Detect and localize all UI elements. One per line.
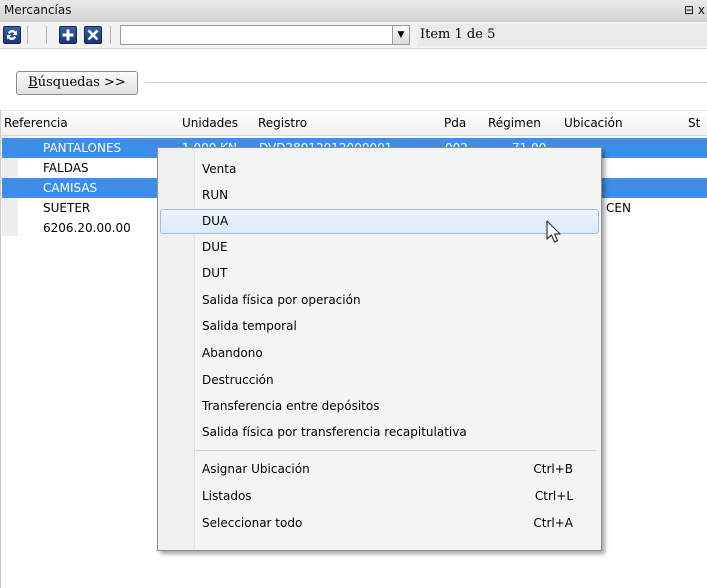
menu-item-label: DUE (202, 240, 228, 254)
refresh-icon[interactable] (3, 26, 21, 44)
toolbar-separator (110, 26, 111, 44)
menu-item-destruccion[interactable]: Destrucción (160, 368, 599, 393)
menu-item-label: Asignar Ubicación (202, 462, 310, 476)
cell-referencia: 6206.20.00.00 (43, 221, 131, 235)
toolbar: ▼ Item 1 de 5 (0, 22, 707, 49)
menu-item-asignar-ubicacion[interactable]: Asignar Ubicación Ctrl+B (160, 457, 599, 482)
divider (145, 82, 707, 83)
cell-ubicacion: CEN (606, 201, 631, 215)
column-header-regimen[interactable]: Régimen (488, 116, 541, 130)
menu-item-shortcut: Ctrl+B (533, 462, 573, 476)
window-titlebar: Mercancías ⊟ x (0, 0, 707, 23)
menu-item-listados[interactable]: Listados Ctrl+L (160, 484, 599, 509)
menu-item-salida-fisica-operacion[interactable]: Salida física por operación (160, 288, 599, 313)
column-header-registro[interactable]: Registro (258, 116, 307, 130)
column-header-ubicacion[interactable]: Ubicación (564, 116, 623, 130)
menu-separator (196, 450, 596, 451)
menu-item-label: Transferencia entre depósitos (202, 399, 380, 413)
menu-item-label: Seleccionar todo (202, 516, 303, 530)
menu-item-label: Salida física por operación (202, 293, 361, 307)
busquedas-button[interactable]: Búsquedas >> (16, 71, 138, 95)
column-header-referencia[interactable]: Referencia (4, 116, 68, 130)
toolbar-combo[interactable]: ▼ (120, 25, 410, 45)
menu-item-due[interactable]: DUE (160, 235, 599, 260)
cell-referencia: CAMISAS (43, 181, 98, 195)
menu-item-label: Salida física por transferencia recapitu… (202, 425, 467, 439)
cell-referencia: PANTALONES (43, 141, 122, 155)
menu-item-label: Listados (202, 489, 252, 503)
busquedas-label: Búsquedas >> (28, 75, 126, 90)
menu-item-label: DUT (202, 266, 228, 280)
menu-item-label: Venta (202, 162, 237, 176)
plus-icon[interactable] (59, 26, 77, 44)
chevron-down-icon[interactable]: ▼ (392, 26, 409, 44)
cell-referencia: SUETER (43, 201, 91, 215)
menu-item-seleccionar-todo[interactable]: Seleccionar todo Ctrl+A (160, 511, 599, 536)
menu-item-salida-temporal[interactable]: Salida temporal (160, 314, 599, 339)
menu-item-shortcut: Ctrl+L (534, 489, 573, 503)
menu-item-transferencia-depositos[interactable]: Transferencia entre depósitos (160, 394, 599, 419)
menu-item-abandono[interactable]: Abandono (160, 341, 599, 366)
toolbar-separator (27, 26, 28, 44)
menu-item-label: Salida temporal (202, 319, 297, 333)
toolbar-separator (46, 26, 47, 44)
context-menu: Venta RUN DUA DUE DUT Salida física por … (157, 147, 602, 551)
x-icon[interactable] (84, 26, 102, 44)
grid-header: Referencia Unidades Registro Pda Régimen… (1, 110, 707, 136)
menu-item-shortcut: Ctrl+A (533, 516, 573, 530)
cell-referencia: FALDAS (43, 161, 89, 175)
menu-item-dua[interactable]: DUA (160, 209, 599, 234)
menu-item-dut[interactable]: DUT (160, 261, 599, 286)
column-header-st[interactable]: St (688, 116, 700, 130)
column-header-pda[interactable]: Pda (444, 116, 466, 130)
window-controls[interactable]: ⊟ x (684, 3, 705, 17)
menu-item-label: RUN (202, 188, 229, 202)
item-counter: Item 1 de 5 (420, 27, 496, 42)
mouse-pointer-icon (546, 220, 566, 251)
menu-item-label: Abandono (202, 346, 263, 360)
menu-item-venta[interactable]: Venta (160, 157, 599, 182)
menu-item-run[interactable]: RUN (160, 183, 599, 208)
menu-item-label: DUA (202, 214, 229, 228)
menu-item-salida-recapitulativa[interactable]: Salida física por transferencia recapitu… (160, 420, 599, 445)
menu-item-label: Destrucción (202, 373, 274, 387)
column-header-unidades[interactable]: Unidades (182, 116, 238, 130)
window-title: Mercancías (4, 3, 72, 17)
